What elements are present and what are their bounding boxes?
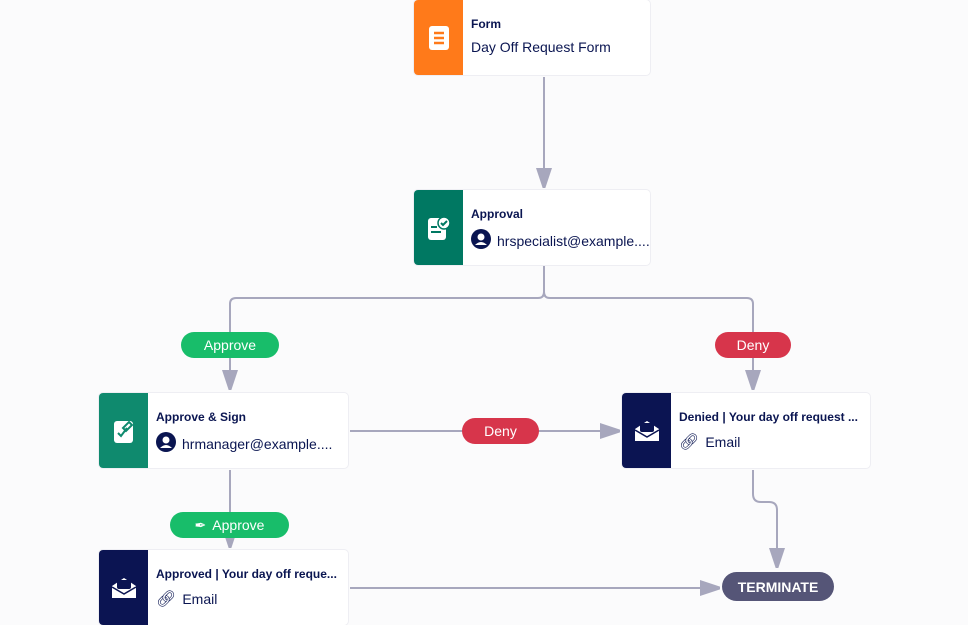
assignee: hrmanager@example.... <box>182 435 333 452</box>
email-icon <box>99 550 148 625</box>
assignee: hrspecialist@example.... <box>497 232 650 249</box>
node-title: Form <box>471 17 501 31</box>
user-icon <box>471 229 491 252</box>
node-form[interactable]: Form Day Off Request Form <box>414 0 650 75</box>
user-icon <box>156 432 176 455</box>
node-type: Email <box>182 591 218 607</box>
approval-icon <box>414 190 463 265</box>
deny-label[interactable]: Deny <box>715 332 791 358</box>
link-icon: 🔗︎ <box>156 591 177 608</box>
edge-approval-branch <box>230 265 545 382</box>
form-icon <box>414 0 463 75</box>
edge-denied-terminate <box>752 470 777 560</box>
node-title: Approval <box>471 207 524 221</box>
node-denied-email[interactable]: Denied | Your day off request ... 🔗︎ Email <box>622 393 870 468</box>
link-icon: 🔗︎ <box>679 434 700 451</box>
sign-icon <box>99 393 148 468</box>
node-title: Approved | Your day off reque... <box>156 567 337 581</box>
label-text: Approve <box>203 337 257 353</box>
label-text: Approve <box>212 517 265 533</box>
node-approved-email[interactable]: Approved | Your day off reque... 🔗︎ Email <box>99 550 348 625</box>
node-title: Approve & Sign <box>156 410 247 424</box>
label-text: Deny <box>736 337 770 353</box>
connectors <box>0 77 968 625</box>
approve-label[interactable]: Approve <box>181 332 279 358</box>
label-text: Deny <box>484 423 517 439</box>
node-title: Denied | Your day off request ... <box>679 410 858 424</box>
node-approval[interactable]: Approval hrspecialist@example.... <box>414 190 650 265</box>
node-approve-sign[interactable]: Approve & Sign hrmanager@example.... <box>99 393 348 468</box>
email-icon <box>622 393 671 468</box>
pen-icon: ✒ <box>194 516 207 533</box>
node-subtitle: Day Off Request Form <box>471 39 611 55</box>
node-type: Email <box>705 434 741 450</box>
approve-sign-label[interactable]: ✒ Approve <box>170 512 289 538</box>
terminate-node[interactable]: TERMINATE <box>722 572 834 601</box>
terminate-label: TERMINATE <box>737 578 819 595</box>
deny-label[interactable]: Deny <box>462 418 539 444</box>
